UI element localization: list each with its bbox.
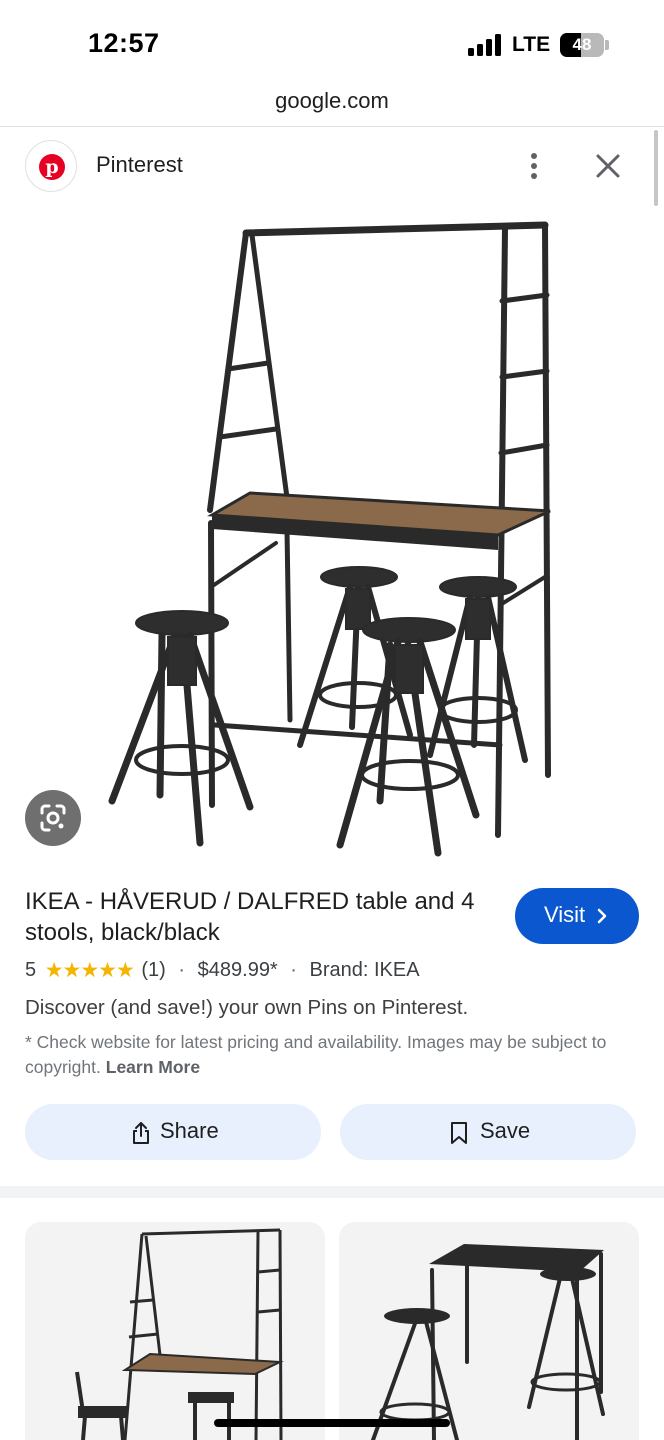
source-header: p Pinterest bbox=[0, 136, 664, 196]
share-button[interactable]: Share bbox=[25, 1104, 321, 1160]
share-icon bbox=[133, 1122, 149, 1144]
price: $489.99* bbox=[197, 959, 278, 981]
section-divider bbox=[0, 1186, 664, 1198]
product-title[interactable]: IKEA - HÅVERUD / DALFRED table and 4 sto… bbox=[25, 886, 505, 948]
disclaimer: * Check website for latest pricing and a… bbox=[25, 1030, 640, 1080]
google-lens-icon[interactable] bbox=[25, 790, 81, 846]
status-bar: 12:57 LTE 48 bbox=[0, 0, 664, 90]
battery-nub bbox=[605, 40, 609, 50]
url-text: google.com bbox=[275, 88, 389, 113]
separator-dot: · bbox=[178, 959, 186, 981]
home-indicator[interactable] bbox=[214, 1419, 450, 1427]
network-type: LTE bbox=[512, 33, 551, 56]
review-count: (1) bbox=[141, 959, 166, 981]
share-button-label: Share bbox=[160, 1118, 219, 1143]
divider bbox=[0, 126, 664, 127]
save-button[interactable]: Save bbox=[340, 1104, 636, 1160]
related-product-image bbox=[75, 1228, 284, 1440]
related-result-card[interactable] bbox=[25, 1222, 325, 1440]
url-bar[interactable]: google.com bbox=[0, 88, 664, 126]
save-button-label: Save bbox=[480, 1118, 531, 1143]
battery-icon: 48 bbox=[560, 33, 604, 57]
brand: Brand: IKEA bbox=[309, 959, 420, 981]
battery-percent: 48 bbox=[572, 35, 592, 54]
separator-dot: · bbox=[290, 959, 297, 981]
rating-value: 5 bbox=[25, 959, 37, 981]
pinterest-logo-icon[interactable]: p bbox=[25, 140, 77, 192]
pinterest-logo-letter: p bbox=[39, 154, 65, 180]
chevron-right-icon bbox=[597, 908, 607, 924]
more-vert-icon[interactable] bbox=[520, 146, 548, 186]
related-product-image bbox=[371, 1244, 605, 1440]
bookmark-icon bbox=[451, 1122, 467, 1144]
visit-button[interactable]: Visit bbox=[515, 888, 639, 944]
star-rating-icon: ★★★★★ bbox=[44, 959, 135, 982]
visit-button-label: Visit bbox=[544, 902, 586, 927]
rating-price-row: 5 ★★★★★ (1) · $489.99* · Brand: IKEA bbox=[25, 958, 420, 988]
close-icon[interactable] bbox=[588, 146, 628, 186]
learn-more-link[interactable]: Learn More bbox=[106, 1057, 200, 1077]
product-image[interactable] bbox=[0, 205, 664, 865]
related-result-card[interactable] bbox=[339, 1222, 639, 1440]
source-name[interactable]: Pinterest bbox=[96, 152, 183, 178]
source-tagline: Discover (and save!) your own Pins on Pi… bbox=[25, 996, 469, 1019]
cellular-signal-icon bbox=[468, 34, 504, 56]
status-time: 12:57 bbox=[88, 28, 160, 58]
